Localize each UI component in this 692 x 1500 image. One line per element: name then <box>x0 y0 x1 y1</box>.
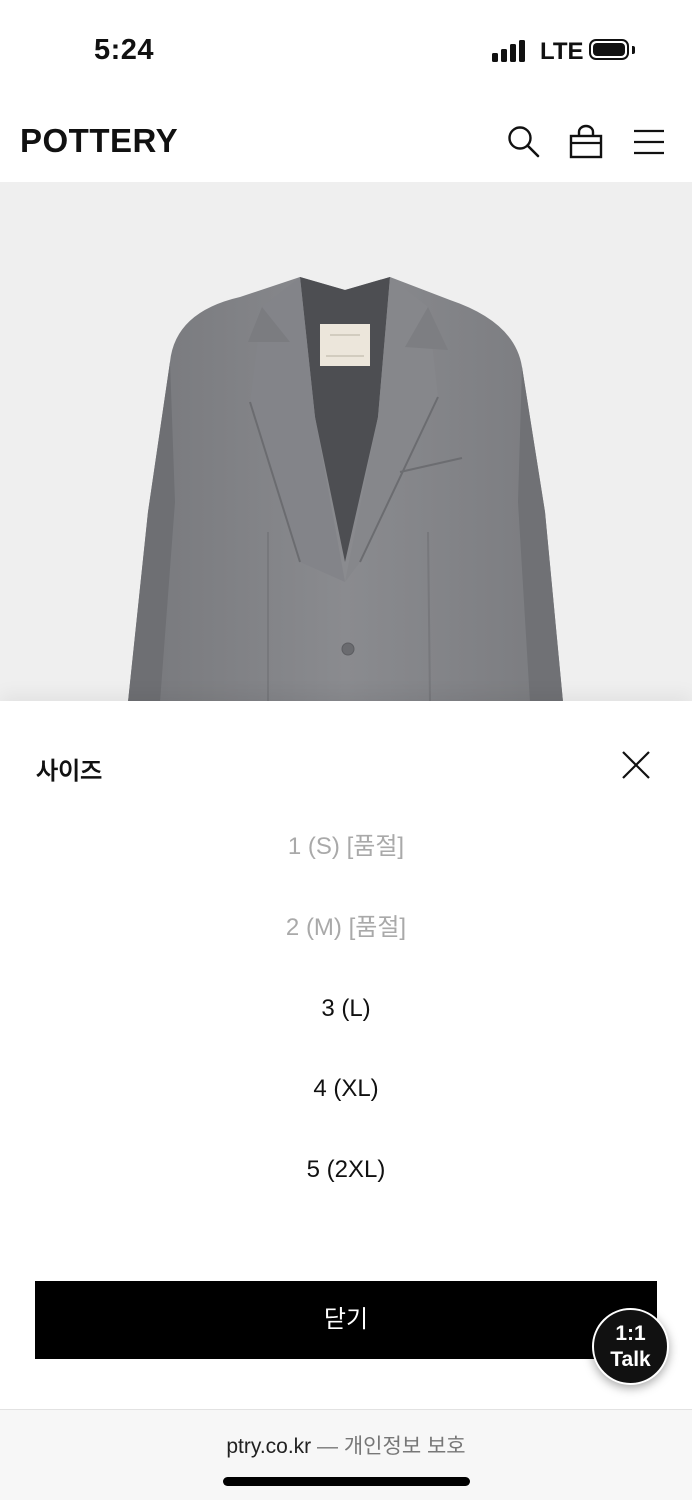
status-time: 5:24 <box>94 34 155 66</box>
battery-icon <box>589 39 629 60</box>
size-option-2[interactable]: 2 (M) [품절] <box>0 898 692 958</box>
size-bottom-sheet: 사이즈 1 (S) [품절] 2 (M) [품절] 3 (L) 4 (XL) 5… <box>0 701 692 1409</box>
network-type: LTE <box>540 38 584 65</box>
home-indicator[interactable] <box>223 1477 470 1486</box>
talk-label-bottom: Talk <box>610 1348 651 1371</box>
sheet-title: 사이즈 <box>36 758 103 785</box>
size-option-3[interactable]: 3 (L) <box>0 979 692 1039</box>
url-separator: — <box>317 1435 339 1458</box>
url-domain: ptry.co.kr <box>226 1435 312 1458</box>
battery-tip <box>632 46 635 54</box>
close-button[interactable]: 닫기 <box>35 1281 657 1359</box>
status-bar: 5:24 LTE <box>0 0 692 100</box>
url-text[interactable]: ptry.co.kr — 개인정보 보호 <box>0 1430 692 1460</box>
browser-url-bar: ptry.co.kr — 개인정보 보호 <box>0 1409 692 1500</box>
close-icon[interactable] <box>620 749 652 781</box>
menu-icon[interactable] <box>633 124 665 158</box>
shopping-bag-icon[interactable] <box>568 124 604 159</box>
signal-icon <box>492 40 528 62</box>
search-icon[interactable] <box>506 124 540 158</box>
size-option-5[interactable]: 5 (2XL) <box>0 1140 692 1200</box>
size-option-4[interactable]: 4 (XL) <box>0 1059 692 1119</box>
site-header: POTTERY <box>0 100 692 182</box>
talk-chat-button[interactable]: 1:1 Talk <box>592 1308 669 1385</box>
product-image <box>0 182 692 702</box>
site-logo[interactable]: POTTERY <box>20 122 178 160</box>
url-privacy-label: 개인정보 보호 <box>343 1435 466 1458</box>
image-dim-overlay <box>0 182 692 702</box>
size-option-1[interactable]: 1 (S) [품절] <box>0 817 692 877</box>
talk-label-top: 1:1 <box>615 1322 646 1345</box>
